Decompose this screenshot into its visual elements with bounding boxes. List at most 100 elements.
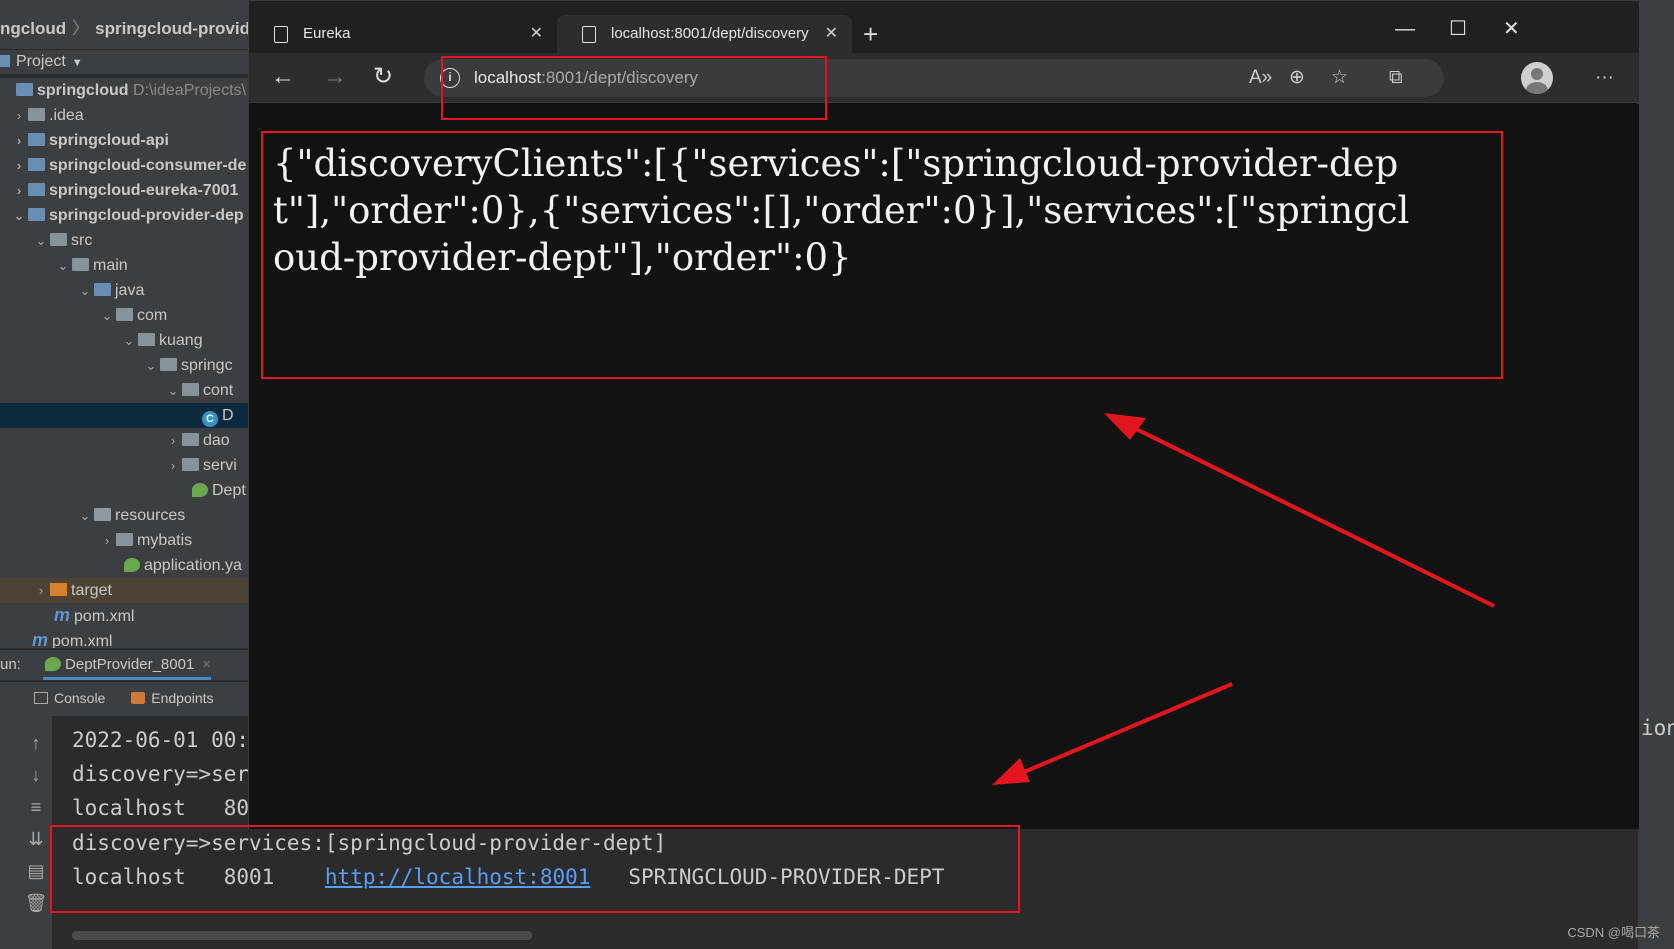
tree-item-springcloud-eureka[interactable]: › springcloud-eureka-7001 (0, 178, 248, 203)
chevron-right-icon[interactable]: › (166, 428, 180, 453)
soft-wrap-icon[interactable]: ≡ (24, 796, 48, 818)
project-icon (0, 55, 10, 67)
tree-item-dao[interactable]: › dao (0, 428, 248, 453)
console-tab-bar: Console Endpoints (0, 682, 248, 716)
spring-boot-icon (192, 483, 208, 497)
tree-item-springcloud[interactable]: springcloud D:\ideaProjects\ (0, 78, 248, 103)
package-icon (138, 333, 155, 346)
maximize-icon[interactable]: ☐ (1449, 15, 1467, 43)
close-icon[interactable]: ✕ (530, 15, 543, 53)
close-icon[interactable]: ✕ (825, 15, 838, 53)
package-icon (116, 308, 133, 321)
chevron-right-icon[interactable]: › (12, 128, 26, 153)
scroll-up-icon[interactable]: ↑ (24, 732, 48, 754)
tab-eureka[interactable]: Eureka ✕ (249, 15, 557, 53)
tree-item-application-yaml[interactable]: application.ya (0, 553, 248, 578)
chevron-down-icon[interactable]: ⌄ (122, 328, 136, 353)
horizontal-scrollbar[interactable] (72, 931, 532, 940)
breadcrumb-module[interactable]: springcloud-provider- (95, 19, 260, 38)
chevron-right-icon[interactable]: › (12, 178, 26, 203)
folder-icon (50, 233, 67, 246)
spring-config-icon (124, 558, 140, 572)
chevron-right-icon[interactable]: › (100, 528, 114, 553)
chevron-down-icon[interactable]: ⌄ (100, 303, 114, 328)
more-menu-icon[interactable]: ··· (1595, 67, 1614, 89)
tree-item-mybatis[interactable]: › mybatis (0, 528, 248, 553)
chevron-right-icon[interactable]: › (12, 153, 26, 178)
tree-item-src[interactable]: ⌄ src (0, 228, 248, 253)
minimize-icon[interactable]: — (1395, 15, 1415, 43)
module-folder-icon (28, 183, 45, 196)
tree-item-springcloud-provider[interactable]: ⌄ springcloud-provider-dep (0, 203, 248, 228)
profile-avatar-icon[interactable] (1521, 62, 1553, 94)
scroll-down-icon[interactable]: ↓ (24, 764, 48, 786)
chevron-right-icon[interactable]: › (34, 578, 48, 603)
chevron-down-icon[interactable]: ▼ (72, 57, 83, 69)
zoom-icon[interactable]: ⊕ (1289, 67, 1305, 89)
project-tree: springcloud D:\ideaProjects\ › .idea › spr… (0, 78, 248, 648)
chevron-right-icon[interactable]: › (166, 453, 180, 478)
class-icon: C (202, 411, 218, 427)
tree-item-dept-controller[interactable]: CD (0, 403, 248, 428)
tree-item-kuang[interactable]: ⌄ kuang (0, 328, 248, 353)
scroll-to-end-icon[interactable]: ⇊ (24, 828, 48, 850)
chevron-right-icon[interactable]: › (12, 103, 26, 128)
tree-item-springcloud-consumer[interactable]: › springcloud-consumer-de (0, 153, 248, 178)
maven-icon: m (32, 630, 49, 648)
collections-icon[interactable]: ⧉ (1389, 67, 1403, 89)
tree-item-controller[interactable]: ⌄ cont (0, 378, 248, 403)
console-line: 2022-06-01 00: (72, 728, 250, 752)
close-icon[interactable]: × (202, 656, 211, 673)
package-icon (160, 358, 177, 371)
read-aloud-icon[interactable]: A» (1249, 67, 1272, 89)
forward-arrow-icon[interactable]: → (323, 63, 347, 91)
chevron-down-icon[interactable]: ⌄ (56, 253, 70, 278)
favorite-star-icon[interactable]: ☆ (1331, 67, 1348, 89)
tab-endpoints[interactable]: Endpoints (131, 690, 214, 706)
folder-icon (116, 533, 133, 546)
tree-item-service[interactable]: › servi (0, 453, 248, 478)
chevron-down-icon[interactable]: ⌄ (144, 353, 158, 378)
tree-item-pom-root[interactable]: m pom.xml (0, 628, 248, 648)
tree-item-com[interactable]: ⌄ com (0, 303, 248, 328)
tree-item-dept-provider-app[interactable]: Dept (0, 478, 248, 503)
chevron-down-icon[interactable]: ⌄ (166, 378, 180, 403)
chevron-down-icon[interactable]: ⌄ (34, 228, 48, 253)
run-toolbar: un: DeptProvider_8001 × (0, 650, 248, 680)
trash-icon[interactable]: 🗑 (24, 892, 48, 914)
tree-item-java[interactable]: ⌄ java (0, 278, 248, 303)
tree-item-pom-module[interactable]: m pom.xml (0, 603, 248, 628)
print-icon[interactable]: ▤ (24, 860, 48, 882)
endpoints-icon (131, 692, 146, 704)
chevron-down-icon[interactable]: ⌄ (78, 503, 92, 528)
module-folder-icon (16, 83, 33, 96)
back-arrow-icon[interactable]: ← (271, 63, 295, 91)
run-config-tab[interactable]: DeptProvider_8001 × (43, 656, 212, 680)
console-highlight-box (50, 825, 1020, 913)
tree-item-springcloud-api[interactable]: › springcloud-api (0, 128, 248, 153)
package-icon (182, 433, 199, 446)
package-icon (182, 383, 199, 396)
watermark: CSDN @喝口茶 (1567, 925, 1660, 940)
new-tab-plus-icon[interactable]: + (863, 19, 878, 49)
project-panel-header[interactable]: Project ▼ (0, 50, 248, 74)
maven-icon: m (54, 605, 71, 625)
address-highlight-box (441, 56, 827, 120)
excluded-folder-icon (50, 583, 67, 596)
module-folder-icon (28, 133, 45, 146)
tree-item-main[interactable]: ⌄ main (0, 253, 248, 278)
tree-item-idea[interactable]: › .idea (0, 103, 248, 128)
tree-item-springcloud-pkg[interactable]: ⌄ springc (0, 353, 248, 378)
console-overflow-text: ion (1641, 716, 1674, 740)
tab-discovery[interactable]: localhost:8001/dept/discovery ✕ (557, 15, 852, 53)
spring-boot-icon (45, 657, 62, 671)
console-line: localhost 80 (72, 796, 250, 820)
chevron-down-icon[interactable]: ⌄ (78, 278, 92, 303)
window-close-icon[interactable]: ✕ (1503, 15, 1520, 43)
breadcrumb-root[interactable]: ngcloud (0, 19, 66, 38)
tree-item-target[interactable]: › target (0, 578, 248, 603)
tree-item-resources[interactable]: ⌄ resources (0, 503, 248, 528)
tab-console[interactable]: Console (34, 690, 105, 706)
refresh-icon[interactable]: ↻ (373, 63, 393, 91)
chevron-down-icon[interactable]: ⌄ (12, 203, 26, 228)
